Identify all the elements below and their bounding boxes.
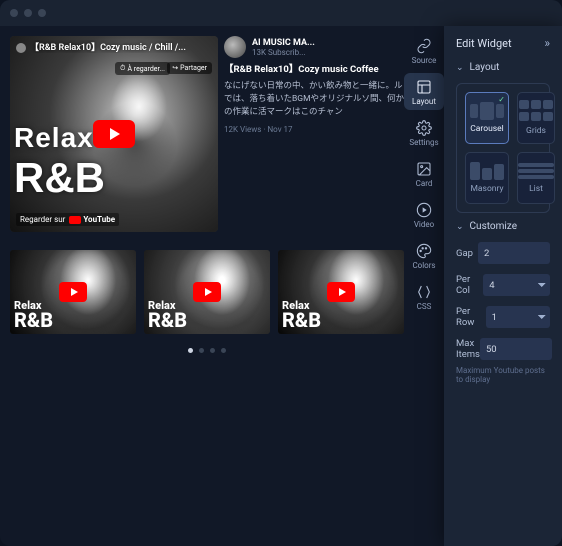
traffic-dot[interactable] [24,9,32,17]
tab-layout[interactable]: Layout [404,73,444,110]
settings-iconbar: Source Layout Settings Card Video Colors [404,26,444,546]
play-circle-icon [416,202,432,218]
play-icon [193,282,221,302]
maxitems-input[interactable] [480,338,552,360]
collapse-panel-icon[interactable]: » [544,36,550,50]
image-icon [416,161,432,177]
video-title-overlay: 【R&B Relax10】Cozy music / Chill /... [16,40,212,53]
content-area: 【R&B Relax10】Cozy music / Chill /... ⏱ À… [0,26,562,546]
tab-settings[interactable]: Settings [404,114,444,151]
layout-option-grids[interactable]: Grids [517,92,555,144]
layout-option-carousel[interactable]: Carousel [465,92,509,144]
play-icon [327,282,355,302]
palette-icon [416,243,432,259]
youtube-logo-icon: YouTube [69,215,115,224]
section-layout-header[interactable]: ⌄ Layout [456,62,550,73]
thumbnail[interactable]: RelaxR&B [144,250,270,334]
maxitems-label: Max Items [456,338,480,360]
channel-subs: 13K Subscrib... [252,48,404,57]
channel-name[interactable]: AI MUSIC MA... [252,38,404,48]
widget-preview: 【R&B Relax10】Cozy music / Chill /... ⏱ À… [0,26,404,546]
tab-card[interactable]: Card [404,155,444,192]
share-pill[interactable]: ↪ Partager [167,62,212,74]
info-description: なにげない日常の中、かい飲み物と一緒に。ルでは、落ち着いたBGMやオリジナルソ間… [224,80,404,118]
layout-icon [416,79,432,95]
pagination-dots[interactable] [10,348,404,353]
thumbnail[interactable]: RelaxR&B [10,250,136,334]
thumbnail[interactable]: RelaxR&B [278,250,404,334]
info-title: 【R&B Relax10】Cozy music Coffee [224,64,404,76]
panel-title: Edit Widget [456,37,512,50]
percol-select[interactable]: 4 [483,274,550,296]
titlebar [0,0,562,26]
gap-label: Gap [456,248,473,259]
tab-css[interactable]: CSS [404,278,444,315]
watch-on-youtube[interactable]: Regarder sur YouTube [16,213,119,226]
traffic-dot[interactable] [38,9,46,17]
app-window: 【R&B Relax10】Cozy music / Chill /... ⏱ À… [0,0,562,546]
gap-input[interactable] [478,242,550,264]
video-info: AI MUSIC MA... 13K Subscrib... 【R&B Rela… [222,36,404,232]
avatar[interactable] [224,36,246,58]
perrow-label: Per Row [456,306,486,328]
chevron-down-icon: ⌄ [456,63,464,73]
code-icon [416,284,432,300]
overlay-text-rb: R&B [14,154,105,202]
play-icon[interactable] [93,120,135,148]
tab-source[interactable]: Source [404,32,444,69]
percol-label: Per Col [456,274,483,296]
link-icon [416,38,432,54]
layout-option-list[interactable]: List [517,152,555,204]
edit-widget-panel: Edit Widget » ⌄ Layout Carousel Grids [444,26,562,546]
section-customize-header[interactable]: ⌄ Customize [456,221,550,232]
tab-video[interactable]: Video [404,196,444,233]
maxitems-hint: Maximum Youtube posts to display [456,366,550,384]
chevron-down-icon: ⌄ [456,222,464,232]
thumbnail-row: RelaxR&B RelaxR&B RelaxR&B [10,250,404,334]
tab-colors[interactable]: Colors [404,237,444,274]
traffic-dot[interactable] [10,9,18,17]
main-video[interactable]: 【R&B Relax10】Cozy music / Chill /... ⏱ À… [10,36,218,232]
overlay-text-relax: Relax [14,122,94,154]
layout-option-masonry[interactable]: Masonry [465,152,509,204]
info-meta: 12K Views · Nov 17 [224,125,404,134]
watch-later-pill[interactable]: ⏱ À regarder... [115,62,170,75]
play-icon [59,282,87,302]
gear-icon [416,120,432,136]
perrow-select[interactable]: 1 [486,306,550,328]
layout-options-frame: Carousel Grids Masonry List [456,83,550,213]
